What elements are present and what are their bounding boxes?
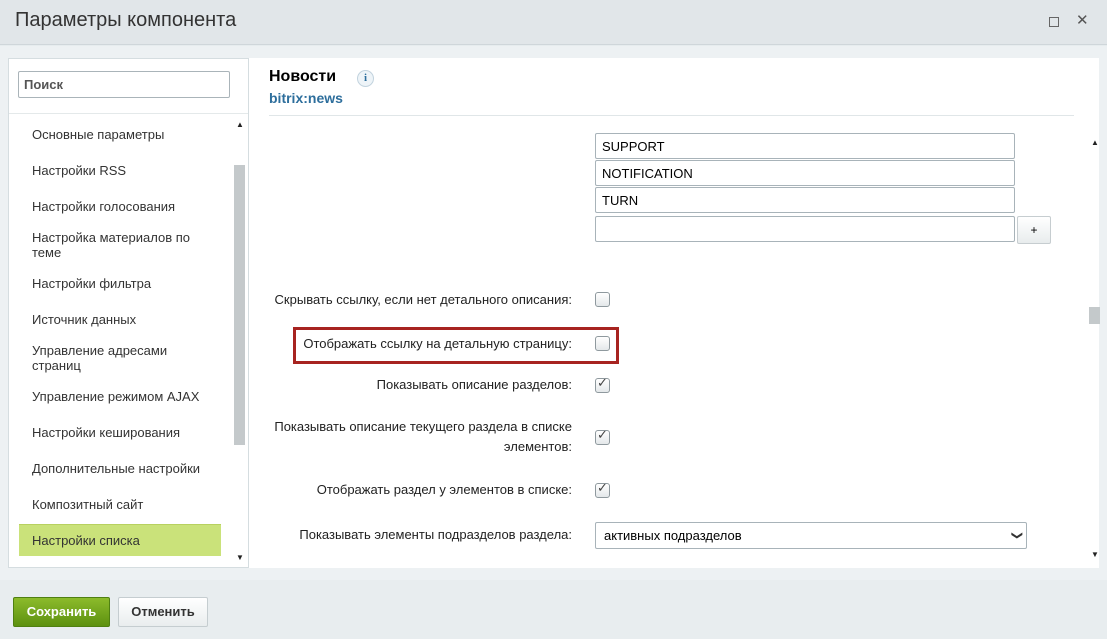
- show-section-desc-label: Показывать описание разделов:: [376, 377, 572, 392]
- sidebar-item-datasource[interactable]: Источник данных: [32, 312, 207, 327]
- scroll-down-icon[interactable]: ▼: [236, 553, 244, 562]
- sidebar-divider: [9, 113, 248, 114]
- show-detail-link-label: Отображать ссылку на детальную страницу:: [303, 336, 572, 351]
- sidebar: Основные параметры Настройки RSS Настрой…: [8, 58, 249, 568]
- panel-scroll-thumb[interactable]: [1089, 307, 1100, 324]
- show-current-section-desc-label-line2: элементов:: [503, 439, 572, 454]
- search-input[interactable]: [18, 71, 230, 98]
- header-divider: [269, 115, 1074, 116]
- sidebar-item-cache[interactable]: Настройки кеширования: [32, 425, 207, 440]
- sidebar-scroll-thumb[interactable]: [234, 165, 245, 445]
- scroll-up-icon[interactable]: ▲: [1091, 138, 1099, 147]
- list-value-field[interactable]: [595, 133, 1015, 159]
- window-title: Параметры компонента: [15, 9, 237, 31]
- subsections-label: Показывать элементы подразделов раздела:: [299, 527, 572, 542]
- show-section-in-list-label: Отображать раздел у элементов в списке:: [316, 482, 572, 497]
- scroll-down-icon[interactable]: ▼: [1091, 550, 1099, 559]
- add-value-button[interactable]: +: [1017, 216, 1051, 244]
- hide-link-label: Скрывать ссылку, если нет детального опи…: [274, 292, 572, 307]
- list-value-field[interactable]: [595, 160, 1015, 186]
- window-titlebar: Параметры компонента ✕: [0, 0, 1107, 45]
- info-icon[interactable]: i: [357, 70, 374, 87]
- show-section-in-list-checkbox[interactable]: [595, 481, 610, 498]
- show-section-desc-checkbox[interactable]: [595, 376, 610, 393]
- component-name: Новости: [269, 68, 337, 85]
- maximize-icon[interactable]: [1049, 17, 1059, 27]
- sidebar-item-additional[interactable]: Дополнительные настройки: [32, 461, 207, 476]
- subsections-selected-value: активных подразделов: [604, 528, 742, 543]
- hide-link-checkbox[interactable]: [595, 292, 610, 307]
- sidebar-item-basic[interactable]: Основные параметры: [32, 127, 207, 142]
- sidebar-item-rss[interactable]: Настройки RSS: [32, 163, 207, 178]
- sidebar-item-related[interactable]: Настройка материалов по теме: [32, 230, 207, 260]
- sidebar-item-urls[interactable]: Управление адресами страниц: [32, 343, 207, 373]
- close-icon[interactable]: ✕: [1076, 13, 1089, 29]
- save-button[interactable]: Сохранить: [13, 597, 110, 627]
- show-current-section-desc-label-line1: Показывать описание текущего раздела в с…: [274, 419, 572, 434]
- chevron-down-icon: ❯: [1010, 530, 1023, 541]
- sidebar-item-ajax[interactable]: Управление режимом AJAX: [32, 389, 207, 404]
- cancel-button[interactable]: Отменить: [118, 597, 208, 627]
- sidebar-item-filter[interactable]: Настройки фильтра: [32, 276, 207, 291]
- show-detail-link-checkbox[interactable]: [595, 336, 610, 351]
- component-code: bitrix:news: [269, 90, 343, 106]
- sidebar-item-voting[interactable]: Настройки голосования: [32, 199, 207, 214]
- dialog-footer: Сохранить Отменить: [0, 580, 1107, 639]
- list-value-field[interactable]: [595, 187, 1015, 213]
- list-value-field[interactable]: [595, 216, 1015, 242]
- sidebar-item-composite[interactable]: Композитный сайт: [32, 497, 207, 512]
- settings-panel: Новости i bitrix:news + Скрывать ссылку,…: [249, 58, 1100, 568]
- show-current-section-desc-checkbox[interactable]: [595, 428, 610, 445]
- scroll-up-icon[interactable]: ▲: [236, 120, 244, 129]
- sidebar-item-list-settings[interactable]: Настройки списка: [19, 524, 221, 556]
- subsections-select[interactable]: активных подразделов ❯: [595, 522, 1027, 549]
